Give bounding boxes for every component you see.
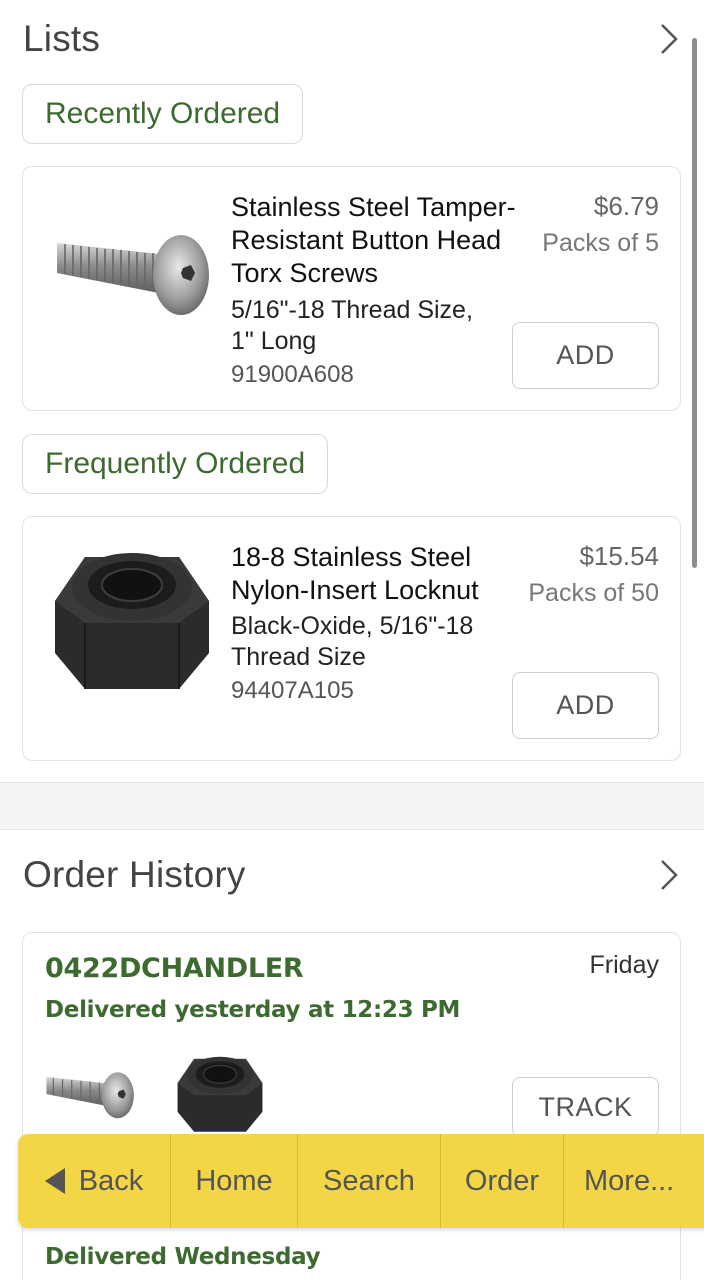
back-arrow-icon [44,1168,65,1194]
scrollbar[interactable] [692,38,697,568]
section-separator [0,782,704,830]
add-button[interactable]: ADD [512,672,659,739]
order-button[interactable]: Order [441,1134,564,1228]
recent-product-card[interactable]: Stainless Steel Tamper- Resistant Button… [22,166,681,411]
product-name[interactable]: 18-8 Stainless Steel Nylon-Insert Locknu… [231,541,531,607]
product-description: 5/16"-18 Thread Size, 1" Long [231,295,521,357]
back-label: Back [78,1164,144,1197]
lists-title: Lists [23,18,101,59]
pack-size: Packs of 5 [542,229,659,257]
order-status: Delivered yesterday at 12:23 PM [45,997,461,1023]
chevron-right-icon[interactable] [658,22,680,56]
product-name-line: 18-8 Stainless Steel [231,542,472,572]
product-description: Black-Oxide, 5/16"-18 Thread Size [231,611,521,673]
lists-header[interactable]: Lists [23,16,680,62]
add-button[interactable]: ADD [512,322,659,389]
order-history-title: Order History [23,854,246,895]
product-price: $15.54 [579,541,659,571]
product-name-line: Resistant Button Head [231,225,502,255]
screw-image [57,235,209,315]
screen: Lists Recently Ordered Stainless Steel T… [0,0,704,1280]
order-history-header[interactable]: Order History [23,852,680,898]
frequent-product-card[interactable]: 18-8 Stainless Steel Nylon-Insert Locknu… [22,516,681,761]
search-button[interactable]: Search [298,1134,441,1228]
more-button[interactable]: More... [564,1134,704,1228]
product-desc-line: 5/16"-18 Thread Size, [231,296,473,324]
part-number: 94407A105 [231,677,354,704]
order-day: Friday [589,951,659,979]
chevron-right-icon[interactable] [658,858,680,892]
product-name[interactable]: Stainless Steel Tamper- Resistant Button… [231,191,531,290]
pack-size: Packs of 50 [528,579,659,607]
bottom-toolbar: Back Home Search Order More... [18,1134,704,1228]
frequently-ordered-label[interactable]: Frequently Ordered [22,434,329,494]
locknut-image [55,553,209,689]
screw-thumbnail [46,1072,134,1119]
product-desc-line: Thread Size [231,643,366,671]
product-desc-line: 1" Long [231,327,317,355]
track-button[interactable]: TRACK [512,1077,659,1137]
part-number: 91900A608 [231,361,354,388]
home-button[interactable]: Home [171,1134,298,1228]
product-price: $6.79 [593,191,659,221]
product-desc-line: Black-Oxide, 5/16"-18 [231,612,474,640]
next-order-status: Delivered Wednesday [45,1244,321,1270]
recently-ordered-label[interactable]: Recently Ordered [22,84,304,144]
locknut-thumbnail [177,1056,263,1132]
product-name-line: Torx Screws [231,258,379,288]
order-id[interactable]: 0422DCHANDLER [45,953,304,984]
product-name-line: Stainless Steel Tamper- [231,192,516,222]
product-name-line: Nylon-Insert Locknut [231,575,479,605]
back-button[interactable]: Back [18,1134,171,1228]
